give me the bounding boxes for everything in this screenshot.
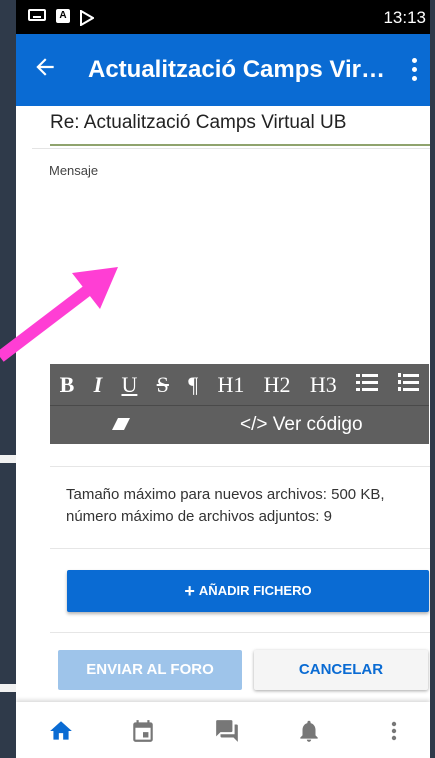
heading1-button[interactable]: H1: [217, 372, 244, 398]
view-code-button[interactable]: </> Ver código: [240, 414, 363, 436]
more-icon[interactable]: [390, 718, 398, 744]
subject-field-wrapper: [50, 112, 430, 146]
divider: [50, 466, 430, 467]
bottom-navigation: [16, 702, 430, 758]
background-strip: [0, 455, 16, 463]
cancel-button[interactable]: CANCELAR: [254, 650, 428, 690]
add-file-button[interactable]: + AÑADIR FICHERO: [67, 570, 429, 612]
app-bar: Actualització Camps Virt...: [16, 34, 430, 106]
heading3-button[interactable]: H3: [310, 372, 337, 398]
message-editor[interactable]: Mensaje: [32, 148, 430, 384]
send-to-forum-button[interactable]: ENVIAR AL FORO: [58, 650, 242, 690]
numbered-list-icon[interactable]: [397, 372, 420, 398]
attachments-info: Tamaño máximo para nuevos archivos: 500 …: [66, 486, 385, 525]
messages-icon[interactable]: [214, 718, 240, 744]
message-placeholder: Mensaje: [49, 163, 99, 178]
heading2-button[interactable]: H2: [264, 372, 291, 398]
keyboard-icon: [28, 9, 46, 21]
arrow-back-icon[interactable]: [32, 54, 62, 84]
editor-toolbar: B I U S ¶ H1 H2 H3 </> Ver código: [50, 364, 429, 444]
background-left: [0, 0, 16, 758]
bulleted-list-icon[interactable]: [356, 372, 379, 398]
strikethrough-button[interactable]: S: [157, 372, 169, 398]
background-strip: [0, 684, 16, 692]
subject-input[interactable]: [50, 112, 430, 134]
phone-screen: A 13:13 Actualització Camps Virt... Mens…: [16, 0, 430, 758]
play-store-icon: [80, 10, 94, 26]
toolbar-row: B I U S ¶ H1 H2 H3: [50, 364, 429, 406]
divider: [50, 548, 430, 549]
eraser-icon[interactable]: [112, 418, 130, 430]
status-time: 13:13: [383, 8, 426, 27]
toolbar-row: </> Ver código: [50, 406, 429, 444]
page-title: Actualització Camps Virt...: [88, 56, 388, 83]
status-bar: A 13:13: [16, 0, 430, 34]
italic-button[interactable]: I: [94, 372, 103, 398]
bold-button[interactable]: B: [60, 372, 75, 398]
add-file-label: AÑADIR FICHERO: [198, 583, 312, 598]
notifications-icon[interactable]: [296, 718, 322, 744]
home-icon[interactable]: [48, 718, 74, 744]
paragraph-button[interactable]: ¶: [188, 372, 198, 398]
background-right: [430, 0, 435, 758]
more-vert-icon[interactable]: [404, 58, 424, 84]
calendar-icon[interactable]: [130, 718, 156, 744]
a-icon: A: [56, 9, 70, 23]
divider: [50, 632, 430, 633]
underline-button[interactable]: U: [121, 372, 137, 398]
plus-icon: +: [184, 581, 195, 601]
